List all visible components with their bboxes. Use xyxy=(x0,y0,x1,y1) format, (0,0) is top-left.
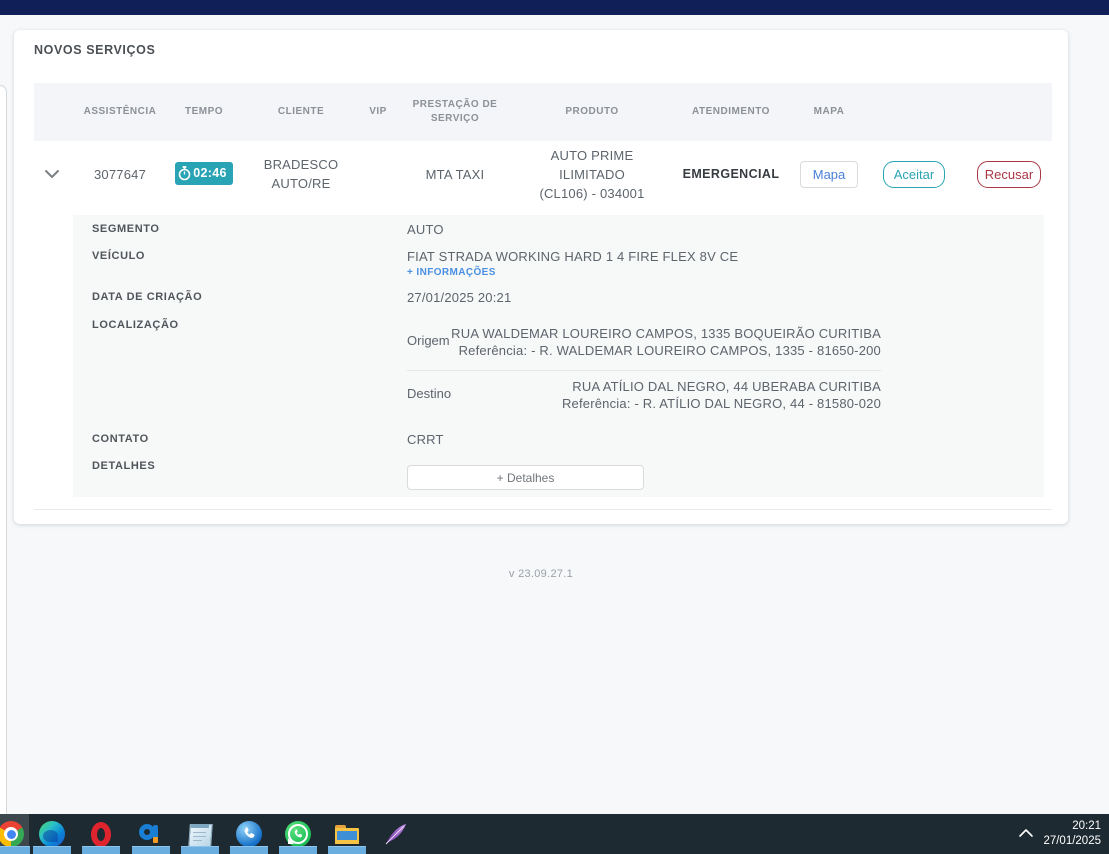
origem-label: Origem xyxy=(407,333,450,348)
detalhes-label: DETALHES xyxy=(92,460,155,472)
browser-top-bar xyxy=(0,0,1109,15)
destino-row: Destino RUA ATÍLIO DAL NEGRO, 44 UBERABA… xyxy=(407,378,881,412)
run-indicator xyxy=(279,846,317,854)
cell-cliente: BRADESCO AUTO/RE xyxy=(238,155,364,193)
table-header-atendimento: ATENDIMENTO xyxy=(666,105,796,119)
cell-tempo: 02:46 xyxy=(170,162,238,186)
tray-time: 20:21 xyxy=(1043,819,1101,834)
mapa-button[interactable]: Mapa xyxy=(800,161,858,188)
run-indicator xyxy=(82,846,120,854)
screen: NOVOS SERVIÇOS ASSISTÊNCIA TEMPO CLIENTE… xyxy=(0,0,1109,854)
table-header-mapa: MAPA xyxy=(796,105,862,119)
table-header-tempo: TEMPO xyxy=(170,105,238,119)
table-header: ASSISTÊNCIA TEMPO CLIENTE VIP PRESTAÇÃO … xyxy=(34,83,1052,141)
origem-address: RUA WALDEMAR LOUREIRO CAMPOS, 1335 BOQUE… xyxy=(407,325,881,359)
taskbar: 20:21 27/01/2025 xyxy=(0,814,1109,854)
novos-servicos-card: NOVOS SERVIÇOS ASSISTÊNCIA TEMPO CLIENTE… xyxy=(14,30,1068,524)
notepad-icon[interactable] xyxy=(187,821,213,847)
table-header-cliente: CLIENTE xyxy=(238,105,364,119)
run-indicator xyxy=(181,846,219,854)
stopwatch-icon xyxy=(178,166,191,181)
cell-assistencia: 3077647 xyxy=(70,165,170,184)
table-header-assistencia: ASSISTÊNCIA xyxy=(70,105,170,119)
contato-label: CONTATO xyxy=(92,433,149,445)
run-indicator xyxy=(132,846,170,854)
tray-date: 27/01/2025 xyxy=(1043,834,1101,849)
tray-clock[interactable]: 20:21 27/01/2025 xyxy=(1043,819,1101,849)
recusar-button[interactable]: Recusar xyxy=(977,161,1041,188)
assistance-app-icon[interactable] xyxy=(138,821,164,847)
table-row: 3077647 02:46 BRADESCO AUTO/RE MTA TAXI xyxy=(34,141,1052,207)
edge-icon[interactable] xyxy=(39,821,65,847)
run-indicator xyxy=(230,846,268,854)
localizacao-label: LOCALIZAÇÃO xyxy=(92,319,179,331)
informacoes-link[interactable]: + INFORMAÇÕES xyxy=(407,267,496,278)
tray-chevron-up-icon[interactable] xyxy=(1018,827,1034,839)
left-panel-edge xyxy=(0,85,7,815)
segmento-label: SEGMENTO xyxy=(92,223,160,235)
contato-value: CRRT xyxy=(407,432,444,447)
phone-app-icon[interactable] xyxy=(236,821,262,847)
destino-label: Destino xyxy=(407,386,451,401)
cell-produto: AUTO PRIME ILIMITADO (CL106) - 034001 xyxy=(518,146,666,203)
origem-row: Origem RUA WALDEMAR LOUREIRO CAMPOS, 133… xyxy=(407,325,881,359)
chevron-down-icon[interactable] xyxy=(44,169,60,179)
version-text: v 23.09.27.1 xyxy=(14,568,1068,580)
whatsapp-icon[interactable] xyxy=(285,821,311,847)
run-indicator xyxy=(33,846,71,854)
details-panel: SEGMENTO AUTO VEÍCULO FIAT STRADA WORKIN… xyxy=(73,215,1044,497)
table-header-vip: VIP xyxy=(364,105,392,119)
table-header-produto: PRODUTO xyxy=(518,105,666,119)
chrome-icon[interactable] xyxy=(0,821,24,847)
quill-app-icon[interactable] xyxy=(383,821,409,847)
file-explorer-icon[interactable] xyxy=(334,821,360,847)
destino-address: RUA ATÍLIO DAL NEGRO, 44 UBERABA CURITIB… xyxy=(407,378,881,412)
table-header-prestacao: PRESTAÇÃO DE SERVIÇO xyxy=(392,98,518,126)
data-criacao-label: DATA DE CRIAÇÃO xyxy=(92,291,202,303)
cell-atendimento: EMERGENCIAL xyxy=(666,165,796,184)
data-criacao-value: 27/01/2025 20:21 xyxy=(407,290,511,305)
timer-value: 02:46 xyxy=(193,164,226,183)
card-bottom-divider xyxy=(34,509,1052,510)
location-divider xyxy=(407,370,881,371)
veiculo-value: FIAT STRADA WORKING HARD 1 4 FIRE FLEX 8… xyxy=(407,249,738,264)
segmento-value: AUTO xyxy=(407,222,444,237)
run-indicator xyxy=(328,846,366,854)
veiculo-label: VEÍCULO xyxy=(92,250,145,262)
page-title: NOVOS SERVIÇOS xyxy=(34,43,155,57)
detalhes-button[interactable]: + Detalhes xyxy=(407,465,644,490)
cell-prestacao: MTA TAXI xyxy=(392,165,518,184)
timer-badge: 02:46 xyxy=(175,162,232,185)
opera-icon[interactable] xyxy=(88,821,114,847)
aceitar-button[interactable]: Aceitar xyxy=(883,161,945,188)
run-indicator xyxy=(0,846,30,854)
